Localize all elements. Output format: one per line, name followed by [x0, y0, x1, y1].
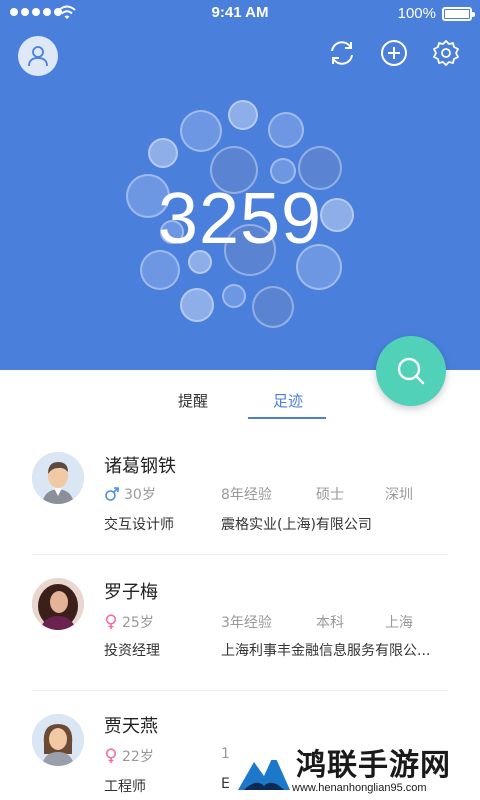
person-company: 震格实业(上海)有限公司 [221, 517, 372, 533]
bubble-avatar [228, 100, 258, 130]
person-title: 投资经理 [104, 643, 160, 659]
person-meta: 30岁 8年经验 硕士 深圳 [104, 484, 444, 504]
active-tab-indicator [248, 417, 326, 419]
watermark: 鸿联手游网 www.henanhonglian95.com [232, 740, 480, 800]
bubble-avatar [268, 112, 304, 148]
bubble-avatar [252, 286, 294, 328]
status-bar: 9:41 AM 100% [0, 0, 480, 28]
search-icon [397, 357, 425, 385]
battery-icon [442, 7, 475, 21]
person-age: 22岁 [122, 749, 154, 765]
search-button[interactable] [376, 336, 446, 406]
female-icon [105, 614, 117, 629]
person-company: 上海利事丰金融信息服务有限公... [221, 643, 431, 659]
person-title: 工程师 [104, 779, 146, 795]
person-city: 上海 [385, 615, 413, 631]
avatar [32, 578, 84, 630]
watermark-logo-icon [238, 750, 290, 790]
male-icon [105, 487, 119, 501]
person-job: 投资经理 上海利事丰金融信息服务有限公... [104, 640, 444, 660]
bubble-avatar [180, 110, 222, 152]
list-item[interactable]: 诸葛钢铁 30岁 8年经验 硕士 深圳 交互设计师 震格实业(上海)有限公司 [0, 420, 480, 555]
person-company: E [221, 776, 230, 792]
person-experience: 8年经验 [221, 487, 272, 503]
person-meta: 25岁 3年经验 本科 上海 [104, 612, 444, 632]
refresh-button[interactable] [326, 37, 358, 69]
person-name: 贾天燕 [104, 716, 158, 737]
person-experience: 1 [221, 746, 230, 762]
person-experience: 3年经验 [221, 615, 272, 631]
bubble-avatar [180, 288, 214, 322]
bubble-avatar [148, 138, 178, 168]
person-age: 30岁 [124, 487, 156, 503]
person-title: 交互设计师 [104, 517, 174, 533]
avatar [32, 714, 84, 766]
tab-footprint[interactable]: 足迹 [273, 390, 303, 411]
profile-button[interactable] [18, 36, 58, 76]
bubble-avatar [222, 284, 246, 308]
person-name: 罗子梅 [104, 582, 158, 603]
person-degree: 本科 [316, 615, 344, 631]
watermark-url: www.henanhonglian95.com [292, 782, 427, 794]
settings-button[interactable] [430, 37, 462, 69]
footprint-count: 3259 [157, 179, 323, 259]
watermark-title: 鸿联手游网 [296, 748, 451, 783]
person-city: 深圳 [385, 487, 413, 503]
gear-icon [433, 40, 459, 66]
person-degree: 硕士 [316, 487, 344, 503]
divider [32, 554, 448, 555]
tab-remind[interactable]: 提醒 [178, 390, 208, 411]
add-button[interactable] [378, 37, 410, 69]
header-panel: 9:41 AM 100% 3259 [0, 0, 480, 370]
person-job: 交互设计师 震格实业(上海)有限公司 [104, 514, 444, 534]
battery-percent: 100% [397, 5, 436, 22]
person-name: 诸葛钢铁 [104, 456, 176, 477]
list-item[interactable]: 罗子梅 25岁 3年经验 本科 上海 投资经理 上海利事丰金融信息服务有限公..… [0, 556, 480, 691]
user-icon [28, 46, 48, 67]
divider [32, 690, 448, 691]
plus-icon [381, 40, 407, 66]
female-icon [105, 748, 117, 763]
refresh-icon [331, 41, 353, 65]
person-age: 25岁 [122, 615, 154, 631]
avatar [32, 452, 84, 504]
